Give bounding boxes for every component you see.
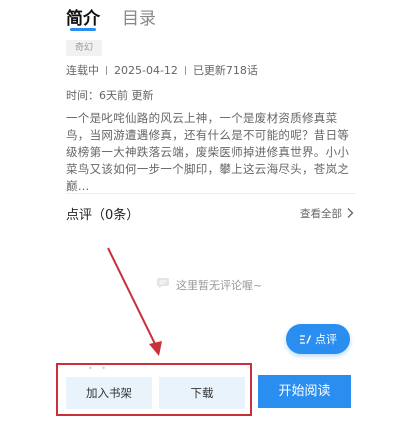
write-comment-label: 点评 bbox=[315, 333, 337, 346]
book-synopsis[interactable]: 一个是叱咤仙路的风云上神，一个是废材资质修真菜鸟，当网游遭遇修真，还有什么是不可… bbox=[66, 110, 360, 195]
section-divider bbox=[66, 193, 356, 194]
write-comment-button[interactable]: 点评 bbox=[286, 324, 350, 354]
comments-title: 点评（0条） bbox=[66, 208, 140, 223]
view-all-comments-link[interactable]: 查看全部 bbox=[300, 206, 342, 221]
chapter-count: 已更新718话 bbox=[192, 64, 258, 77]
meta-separator bbox=[184, 66, 186, 75]
serial-status: 连载中 bbox=[66, 64, 99, 77]
meta-separator bbox=[106, 66, 107, 75]
chevron-right-icon[interactable] bbox=[345, 207, 355, 219]
empty-comments-text: 这里暂无评论喔~ bbox=[176, 279, 263, 292]
empty-comment-icon bbox=[157, 278, 169, 289]
book-meta-row: 连载中 2025-04-12 已更新718话 bbox=[66, 62, 258, 78]
start-reading-button[interactable]: 开始阅读 bbox=[258, 375, 351, 408]
chevron-down-icon[interactable] bbox=[339, 163, 349, 173]
edit-icon bbox=[300, 334, 312, 344]
tab-intro[interactable]: 简介 bbox=[66, 4, 100, 29]
annotation-highlight-box bbox=[56, 363, 252, 416]
tab-toc[interactable]: 目录 bbox=[122, 4, 156, 29]
tab-active-indicator bbox=[70, 28, 96, 31]
genre-tag[interactable]: 奇幻 bbox=[66, 40, 102, 56]
update-time: 时间：6天前 更新 bbox=[66, 89, 154, 102]
publish-date: 2025-04-12 bbox=[114, 64, 178, 77]
